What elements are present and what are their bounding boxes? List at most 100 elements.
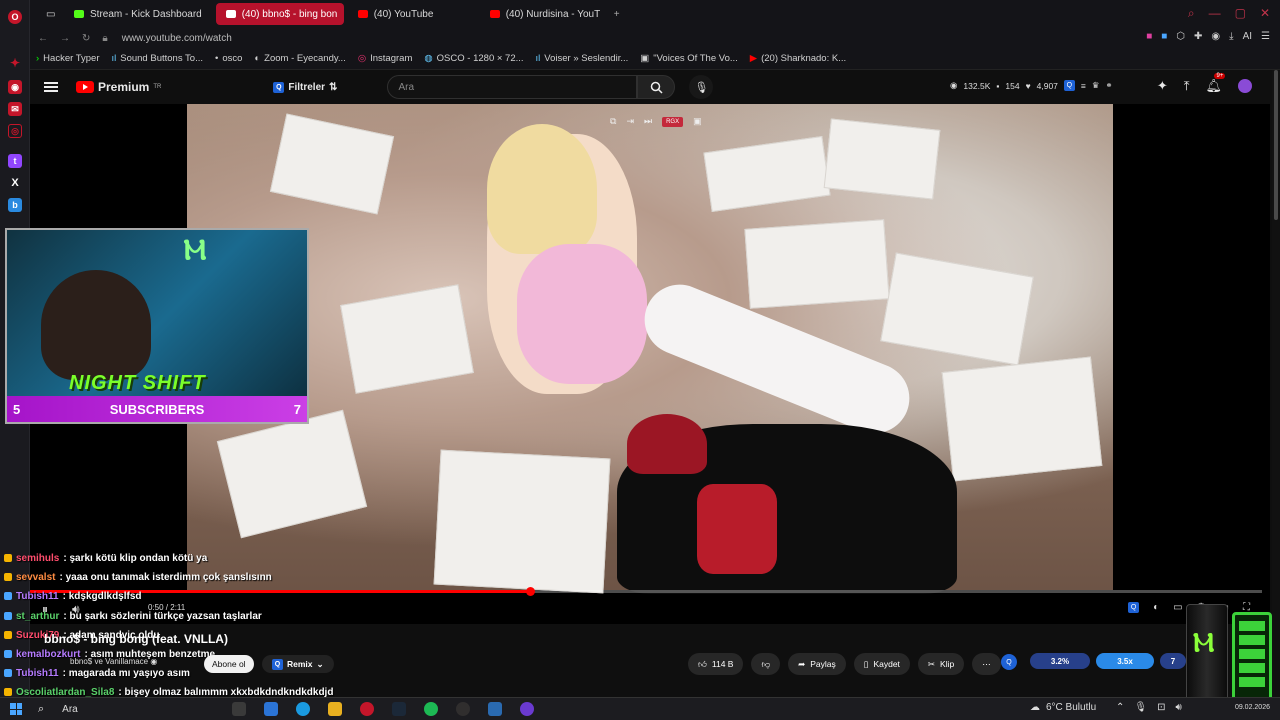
share-button[interactable]: ➦ Paylaş	[788, 653, 846, 675]
scrub-handle[interactable]	[526, 587, 535, 596]
viewers-icon: ◉	[950, 80, 958, 90]
clock-date[interactable]: 09.02.2026	[1235, 704, 1270, 711]
notifications-button[interactable]: 🔔︎ 9+	[1205, 73, 1226, 94]
close-button[interactable]: ✕	[1260, 6, 1270, 21]
extension-icon[interactable]: ■	[1146, 31, 1152, 42]
scrollbar[interactable]	[1272, 70, 1280, 697]
scrollbar-thumb[interactable]	[1274, 70, 1278, 220]
bookmark-item[interactable]: ▣ "Voices Of The Vo...	[640, 53, 738, 64]
network-icon[interactable]: ⊡	[1157, 702, 1165, 713]
bookmark-item[interactable]: ◎ Instagram	[358, 53, 413, 64]
aria-ai-icon[interactable]: AI	[1243, 31, 1252, 42]
instagram-icon[interactable]: ◎	[8, 124, 22, 138]
mic-icon[interactable]: 🎙︎	[1134, 702, 1147, 713]
bookmark-item[interactable]: ◐ Zoom - Eyecandy...	[254, 53, 345, 64]
hamburger-menu-icon[interactable]	[44, 82, 58, 92]
aria-icon[interactable]: ✦	[8, 56, 22, 70]
night-shift-banner: NIGHT SHIFT	[69, 372, 206, 394]
app-icon[interactable]	[488, 702, 502, 716]
bookmark-item[interactable]: ıl Sound Buttons To...	[112, 53, 204, 64]
tab-youtube-home[interactable]: (40) YouTube	[348, 3, 476, 25]
voice-search-button[interactable]: 🎙︎	[689, 75, 714, 99]
captions-icon[interactable]: ▭	[1173, 602, 1182, 613]
save-button[interactable]: ▯ Kaydet	[853, 653, 910, 675]
minimize-button[interactable]: —	[1209, 6, 1221, 21]
edge-icon[interactable]	[296, 702, 310, 716]
search-tabs-icon[interactable]: ⌕	[1188, 6, 1195, 21]
badge-icon	[4, 630, 12, 639]
explorer-icon[interactable]	[328, 702, 342, 716]
obs-icon[interactable]	[456, 702, 470, 716]
bookmark-item[interactable]: › Hacker Typer	[36, 53, 100, 64]
speaker-icon[interactable]: 🔊︎	[1175, 702, 1181, 713]
new-tab-button[interactable]: +	[604, 3, 630, 25]
badge-icon	[4, 669, 12, 678]
search-input[interactable]: Ara	[387, 75, 638, 99]
maximize-button[interactable]: ▢	[1235, 6, 1246, 21]
tab-youtube-active[interactable]: (40) bbno$ - bing bon	[215, 3, 344, 25]
x-icon[interactable]: X	[8, 176, 22, 190]
trophy-icon[interactable]: ♛	[1092, 80, 1100, 91]
search-button[interactable]	[637, 75, 676, 99]
filters-button[interactable]: Q Filtreler ⇅	[273, 81, 337, 93]
weather-widget[interactable]: ☁ 6°C Bulutlu	[1030, 702, 1096, 713]
list-icon[interactable]: ≡	[1081, 81, 1086, 91]
clip-button[interactable]: ✂ Klip	[917, 653, 965, 675]
bookmark-item[interactable]: ıl Voiser » Seslendir...	[536, 53, 629, 64]
download-icon[interactable]: ⤓	[1229, 31, 1233, 42]
spotify-icon[interactable]	[424, 702, 438, 716]
remix-button[interactable]: Q Remix ⌄	[262, 655, 334, 673]
skip-icon[interactable]: ⏭	[644, 116, 652, 127]
url-field[interactable]: www.youtube.com/watch	[122, 33, 232, 44]
rgx-badge[interactable]: RGX	[662, 116, 684, 127]
bluesky-icon[interactable]: b	[8, 198, 22, 212]
reload-icon[interactable]: ↻	[82, 33, 90, 44]
dislike-button[interactable]: 👎︎	[751, 653, 781, 675]
app-icon[interactable]	[520, 702, 534, 716]
link-icon[interactable]: ⚭	[1106, 80, 1113, 91]
extension-icon[interactable]: ■	[1161, 31, 1167, 42]
chat-message: st_arthur: bu şarkı sözlerini türkçe yaz…	[4, 607, 344, 626]
menu-icon[interactable]: ☰	[1261, 31, 1270, 42]
bookmark-item[interactable]: ◍ OSCO - 1280 × 72...	[424, 53, 523, 64]
more-button[interactable]: ⋯	[972, 653, 1001, 675]
miniplayer-icon[interactable]: ⧉	[610, 116, 616, 127]
messenger-icon[interactable]: ◉	[8, 80, 22, 94]
task-view-icon[interactable]	[232, 702, 246, 716]
sparkle-icon[interactable]: ✦	[1157, 78, 1168, 94]
extension-icon[interactable]: ⬡	[1176, 31, 1185, 42]
bookmark-item[interactable]: • osco	[215, 53, 242, 64]
tab-nurdisina[interactable]: (40) Nurdisina - YouTube	[480, 3, 600, 25]
extension-icon[interactable]: Q	[1001, 654, 1017, 670]
opera-logo-icon[interactable]: O	[8, 10, 22, 24]
windows-start-icon[interactable]	[10, 703, 22, 715]
camera-icon[interactable]: ◉	[1211, 31, 1220, 42]
video-frame[interactable]	[187, 104, 1113, 594]
extension-icon[interactable]: Q	[1063, 80, 1075, 91]
cast-icon[interactable]: ▣	[693, 116, 702, 127]
back-icon[interactable]: ←	[38, 33, 48, 44]
upload-icon[interactable]: ⤒	[1184, 78, 1190, 94]
chat-message: sevvalst: yaaa onu tanımak isterdimm çok…	[4, 568, 344, 587]
twitch-icon[interactable]: t	[8, 154, 22, 168]
opera-icon[interactable]	[360, 702, 374, 716]
channel-info[interactable]: bbno$ ve Vanillamace ◉	[70, 657, 157, 666]
fullscreen-exit-icon[interactable]: ⇥	[626, 116, 634, 127]
avatar[interactable]	[1238, 79, 1252, 93]
chat-icon[interactable]: ✉	[8, 102, 22, 116]
tab-kick[interactable]: Stream - Kick Dashboard	[64, 3, 212, 25]
like-button[interactable]: 👍︎ 114 B	[688, 653, 744, 675]
extension-icon[interactable]: Q	[1128, 602, 1140, 613]
file-icon[interactable]	[264, 702, 278, 716]
remix-icon: Q	[272, 658, 283, 670]
subscribe-button[interactable]: Abone ol	[204, 655, 254, 673]
youtube-logo[interactable]: Premium TR	[76, 80, 161, 94]
chevron-up-icon[interactable]: ⌃	[1116, 702, 1124, 713]
autoplay-toggle-icon[interactable]: ◐	[1153, 602, 1159, 613]
steam-icon[interactable]	[392, 702, 406, 716]
taskbar-search-input[interactable]: Ara	[62, 704, 78, 715]
forward-icon[interactable]: →	[60, 33, 70, 44]
puzzle-icon[interactable]: ✚	[1194, 31, 1202, 42]
tab-grid-icon[interactable]: ▭	[36, 3, 60, 25]
bookmark-item[interactable]: ▶ (20) Sharknado: K...	[750, 53, 846, 64]
